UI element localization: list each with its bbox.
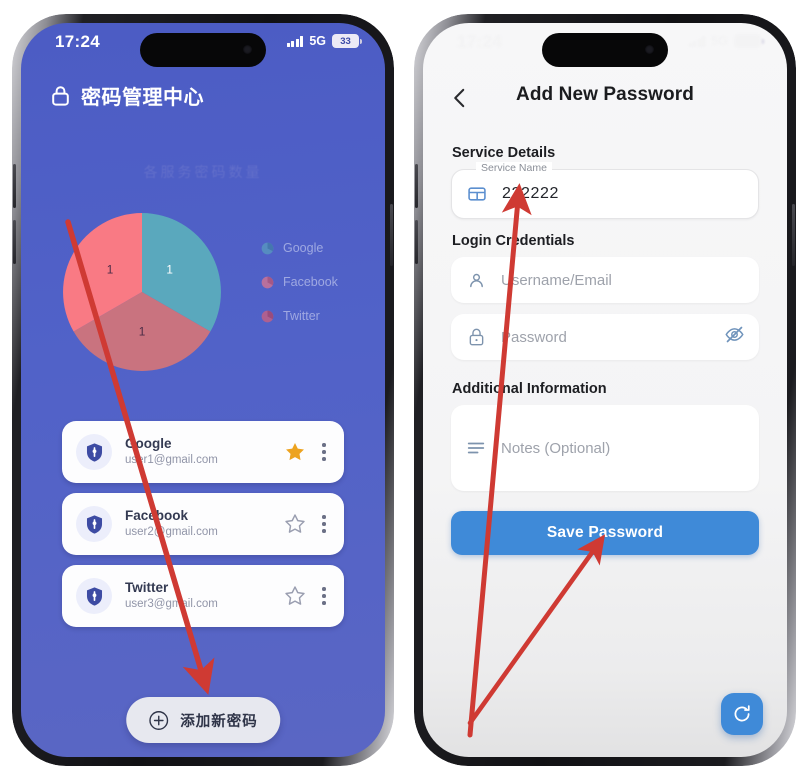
- add-password-button[interactable]: 添加新密码: [126, 697, 280, 743]
- service-details-section: Service Details Service Name 222222: [423, 145, 787, 219]
- legend-label: Facebook: [283, 275, 338, 289]
- chart-title: 各服务密码数量: [143, 164, 263, 180]
- list-item[interactable]: Twitter user3@gmail.com: [62, 565, 344, 627]
- section-heading: Service Details: [452, 145, 556, 161]
- status-time: 17:24: [457, 32, 502, 51]
- pie-label-twitter: 1: [139, 326, 146, 339]
- person-icon: [465, 271, 487, 290]
- eye-off-icon[interactable]: [724, 324, 745, 350]
- power-button[interactable]: [792, 204, 795, 266]
- username-placeholder: Username/Email: [501, 271, 612, 289]
- additional-information-section: Additional Information Notes (Optional): [423, 381, 787, 491]
- password-placeholder: Password: [501, 328, 567, 346]
- refresh-button[interactable]: [721, 693, 763, 735]
- section-heading: Additional Information: [452, 381, 607, 397]
- service-name: Google: [125, 435, 172, 451]
- battery-level-label: 33: [742, 35, 753, 47]
- pie-label-google: 1: [166, 264, 173, 277]
- notes-lines-icon: [465, 439, 487, 457]
- page-title: Add New Password: [516, 84, 694, 105]
- password-list: Google user1@gmail.com Facebook user2@gm…: [62, 421, 344, 637]
- star-filled-icon[interactable]: [284, 441, 306, 463]
- star-outline-icon[interactable]: [284, 585, 306, 607]
- login-credentials-section: Login Credentials Username/Email Passwor…: [423, 233, 787, 360]
- pie-chart-legend: Google Facebook Twitter: [261, 241, 338, 343]
- add-password-label: 添加新密码: [180, 713, 258, 730]
- battery-icon: 33: [734, 34, 764, 48]
- service-name: Twitter: [125, 579, 169, 595]
- section-heading: Login Credentials: [452, 233, 575, 249]
- password-input[interactable]: Password: [451, 314, 759, 360]
- more-vertical-icon[interactable]: [322, 515, 326, 533]
- power-button[interactable]: [390, 204, 393, 266]
- volume-down-button[interactable]: [13, 220, 16, 264]
- star-outline-icon[interactable]: [284, 513, 306, 535]
- card-icon: [466, 184, 488, 204]
- service-name: Facebook: [125, 507, 189, 523]
- signal-bars-icon: [688, 35, 706, 47]
- right-phone-device: 17:24 5G 33 Add New Password Service Det…: [414, 14, 796, 766]
- network-type-label: 5G: [309, 34, 326, 48]
- shield-icon: [76, 506, 112, 542]
- battery-icon: 33: [332, 34, 362, 48]
- legend-item-google: Google: [261, 241, 338, 255]
- shield-icon: [76, 434, 112, 470]
- network-type-label: 5G: [711, 34, 728, 48]
- app-header: 密码管理中心: [51, 81, 204, 110]
- dynamic-island: [140, 33, 266, 67]
- more-vertical-icon[interactable]: [322, 443, 326, 461]
- legend-label: Google: [283, 241, 324, 255]
- status-time: 17:24: [55, 32, 100, 51]
- navigation-bar: Add New Password: [423, 79, 787, 119]
- list-item[interactable]: Google user1@gmail.com: [62, 421, 344, 483]
- legend-label: Twitter: [283, 309, 320, 323]
- left-phone-device: 17:24 5G 33 密码管理中心 各服务密码数量 1 1 1 Google …: [12, 14, 394, 766]
- refresh-icon: [734, 705, 750, 722]
- volume-up-button[interactable]: [415, 164, 418, 208]
- legend-item-twitter: Twitter: [261, 309, 338, 323]
- notes-input[interactable]: Notes (Optional): [451, 405, 759, 491]
- list-item[interactable]: Facebook user2@gmail.com: [62, 493, 344, 555]
- legend-item-facebook: Facebook: [261, 275, 338, 289]
- legend-swatch-icon: [261, 310, 274, 322]
- username-email-input[interactable]: Username/Email: [451, 257, 759, 303]
- volume-up-button[interactable]: [13, 164, 16, 208]
- password-count-pie-chart: 1 1 1: [57, 208, 227, 376]
- more-vertical-icon[interactable]: [322, 587, 326, 605]
- account-email: user3@gmail.com: [125, 597, 218, 610]
- lock-icon: [465, 327, 487, 347]
- battery-level-label: 33: [340, 35, 351, 47]
- shield-icon: [76, 578, 112, 614]
- volume-down-button[interactable]: [415, 220, 418, 264]
- notes-placeholder: Notes (Optional): [501, 439, 611, 457]
- save-password-label: Save Password: [546, 524, 664, 541]
- signal-bars-icon: [286, 35, 304, 47]
- legend-swatch-icon: [261, 242, 274, 254]
- dynamic-island: [542, 33, 668, 67]
- pie-label-facebook: 1: [107, 264, 114, 277]
- account-email: user2@gmail.com: [125, 525, 218, 538]
- left-phone-screen: 17:24 5G 33 密码管理中心 各服务密码数量 1 1 1 Google …: [21, 23, 385, 757]
- legend-swatch-icon: [261, 276, 274, 288]
- lock-icon: [52, 86, 69, 106]
- plus-circle-icon: [149, 710, 169, 730]
- service-name-input[interactable]: Service Name 222222: [451, 162, 759, 219]
- service-name-value: 222222: [502, 185, 559, 202]
- screenshot-stage: 17:24 5G 33 密码管理中心 各服务密码数量 1 1 1 Google …: [0, 0, 805, 766]
- service-name-label: Service Name: [476, 162, 552, 174]
- account-email: user1@gmail.com: [125, 453, 218, 466]
- app-title: 密码管理中心: [81, 87, 204, 109]
- save-password-button[interactable]: Save Password: [451, 511, 759, 555]
- right-phone-screen: 17:24 5G 33 Add New Password Service Det…: [423, 23, 787, 757]
